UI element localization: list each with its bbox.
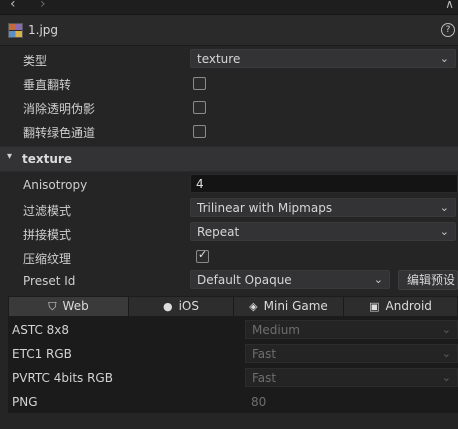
preset-id-label: Preset Id	[23, 274, 76, 288]
chevron-down-icon: ⌄	[441, 323, 451, 336]
image-file-icon	[8, 23, 23, 38]
tab-mini-game[interactable]: ◈ Mini Game	[234, 297, 343, 316]
tab-ios[interactable]: ● iOS	[129, 297, 233, 316]
chevron-down-icon: ⌄	[439, 201, 449, 214]
format-label-pvrtc: PVRTC 4bits RGB	[12, 371, 113, 385]
texture-section-header[interactable]: ▾ texture	[0, 146, 458, 172]
anisotropy-value: 4	[196, 177, 204, 191]
type-label: 类型	[23, 54, 48, 68]
flip-green-label: 翻转绿色通道	[23, 126, 96, 140]
edit-preset-button[interactable]: 编辑预设	[398, 270, 458, 290]
astc-quality-value: Medium	[252, 323, 300, 337]
pvrtc-quality-value: Fast	[252, 371, 277, 385]
png-quality-value: 80	[251, 395, 267, 409]
tab-android[interactable]: ▣ Android	[344, 297, 457, 316]
compress-texture-checkbox[interactable]	[196, 248, 209, 263]
platform-tabs: ⛉ Web ● iOS ◈ Mini Game ▣ Android	[8, 296, 458, 317]
filter-mode-select[interactable]: Trilinear with Mipmaps ⌄	[190, 198, 456, 217]
filter-mode-value: Trilinear with Mipmaps	[197, 201, 333, 215]
filter-mode-label: 过滤模式	[23, 204, 72, 218]
chevron-down-icon: ⌄	[441, 347, 451, 360]
premultiply-alpha-label: 消除透明伪影	[23, 102, 96, 116]
section-title: texture	[22, 152, 72, 166]
pin-icon[interactable]: ⊼	[445, 0, 454, 11]
wrap-mode-select[interactable]: Repeat ⌄	[190, 222, 456, 241]
tab-web[interactable]: ⛉ Web	[9, 297, 128, 316]
format-label-astc: ASTC 8x8	[12, 323, 70, 337]
tab-label: Android	[385, 299, 432, 313]
preset-select[interactable]: Default Opaque ⌄	[190, 270, 390, 289]
android-icon: ▣	[369, 300, 380, 313]
help-icon[interactable]: ?	[441, 23, 455, 37]
etc1-quality-value: Fast	[252, 347, 277, 361]
preset-value: Default Opaque	[197, 273, 292, 287]
type-select-value: texture	[197, 52, 241, 66]
chevron-down-icon: ⌄	[373, 273, 383, 286]
astc-quality-select[interactable]: Medium ⌄	[245, 320, 458, 339]
flip-vertical-label: 垂直翻转	[23, 78, 72, 92]
asset-name: 1.jpg	[28, 23, 59, 37]
anisotropy-label: Anisotropy	[23, 178, 88, 192]
gamepad-icon: ◈	[249, 300, 258, 313]
etc1-quality-select[interactable]: Fast ⌄	[245, 344, 458, 363]
chevron-down-icon: ▾	[7, 151, 13, 162]
apple-icon: ●	[162, 300, 173, 313]
chevron-down-icon: ⌄	[439, 225, 449, 238]
pvrtc-quality-select[interactable]: Fast ⌄	[245, 368, 458, 387]
wrap-mode-label: 拼接模式	[23, 228, 72, 242]
chevron-down-icon: ⌄	[439, 52, 449, 65]
chevron-down-icon: ⌄	[441, 371, 451, 384]
tab-label: Mini Game	[263, 299, 328, 313]
flip-vertical-checkbox[interactable]	[193, 77, 206, 90]
flip-green-checkbox[interactable]	[193, 125, 206, 138]
anisotropy-input[interactable]: 4	[190, 174, 458, 193]
asset-header: 1.jpg ?	[0, 15, 458, 46]
tab-label: iOS	[178, 299, 199, 313]
wrap-mode-value: Repeat	[197, 225, 240, 239]
top-toolbar: ‹ › ⊼	[0, 0, 458, 15]
format-label-png: PNG	[12, 395, 38, 409]
premultiply-alpha-checkbox[interactable]	[193, 101, 206, 114]
web-format-panel: ASTC 8x8 Medium ⌄ ETC1 RGB Fast ⌄ PVRTC …	[8, 317, 458, 413]
type-select[interactable]: texture ⌄	[190, 49, 456, 68]
back-arrow-icon[interactable]: ‹	[10, 0, 16, 12]
forward-arrow-icon[interactable]: ›	[40, 0, 46, 12]
format-label-etc1: ETC1 RGB	[12, 347, 72, 361]
tab-label: Web	[62, 299, 89, 313]
html5-icon: ⛉	[48, 300, 57, 313]
compress-texture-label: 压缩纹理	[23, 252, 72, 266]
